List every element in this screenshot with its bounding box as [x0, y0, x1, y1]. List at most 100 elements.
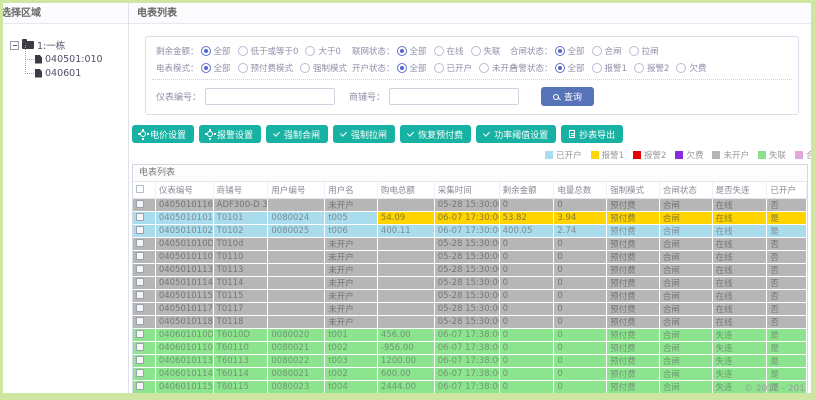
tree-root-label[interactable]: 1:一栋: [37, 38, 65, 52]
table-row[interactable]: 0406010115 T60115 0080023 t004 2444.00 06-07 …: [133, 380, 807, 393]
radio-option[interactable]: 报警1: [591, 62, 627, 74]
table-cell: [267, 315, 326, 329]
horizontal-scrollbar[interactable]: [135, 395, 805, 400]
row-checkbox[interactable]: [136, 317, 144, 325]
radio-icon[interactable]: [305, 45, 316, 56]
radio-option[interactable]: 低于或等于0: [237, 45, 299, 57]
radio-option[interactable]: 报警2: [633, 62, 669, 74]
row-checkbox[interactable]: [136, 252, 144, 260]
table-cell: [377, 263, 435, 277]
radio-option[interactable]: 已开户: [433, 62, 472, 74]
sidebar-title: 选择区域: [3, 3, 128, 24]
row-checkbox[interactable]: [136, 200, 144, 208]
action-button[interactable]: 强制拉闸: [333, 125, 396, 143]
radio-option[interactable]: 在线: [433, 45, 464, 57]
shop-no-input[interactable]: [389, 88, 520, 105]
gear-icon: [138, 129, 149, 140]
radio-option[interactable]: 全部: [554, 62, 585, 74]
radio-selected-icon[interactable]: [396, 45, 407, 56]
radio-icon[interactable]: [237, 62, 248, 73]
radio-icon[interactable]: [676, 62, 687, 73]
radio-icon[interactable]: [433, 62, 444, 73]
row-checkbox[interactable]: [136, 265, 144, 273]
collapse-icon[interactable]: [10, 40, 19, 50]
table-row[interactable]: 0405010115 T0115 未开户 05-28 15:30:00 0 0 预付费 合闸在…: [133, 289, 807, 303]
radio-option[interactable]: 强制模式: [300, 62, 347, 74]
radio-selected-icon[interactable]: [554, 45, 565, 56]
radio-icon[interactable]: [237, 45, 248, 56]
row-checkbox[interactable]: [136, 239, 144, 247]
radio-icon[interactable]: [628, 45, 639, 56]
table-row[interactable]: 040601010D T6010D 0080020 t001 456.00 06-07 1…: [133, 328, 807, 342]
table-row[interactable]: 0405010117 T0117 未开户 05-28 15:30:00 0 0 预付费 合闸在…: [133, 302, 807, 316]
row-checkbox[interactable]: [136, 356, 144, 364]
radio-option[interactable]: 全部: [554, 45, 585, 57]
action-button[interactable]: 强制合闸: [266, 125, 329, 143]
radio-option[interactable]: 全部: [200, 62, 231, 74]
radio-selected-icon[interactable]: [200, 45, 211, 56]
radio-icon[interactable]: [591, 62, 602, 73]
table-row[interactable]: 0405010113 T0113 未开户 05-28 15:30:00 0 0 预付费 合闸在…: [133, 263, 807, 277]
radio-icon[interactable]: [633, 62, 644, 73]
radio-selected-icon[interactable]: [554, 62, 565, 73]
table-cell: 0: [553, 237, 608, 251]
radio-option[interactable]: 全部: [396, 62, 427, 74]
table-row[interactable]: 0405010114 T0114 未开户 05-28 15:30:00 0 0 预付费 合闸在…: [133, 276, 807, 290]
table-row[interactable]: 0405010110 T0110 未开户 05-28 15:30:00 0 0 预付费 合闸在…: [133, 250, 807, 264]
radio-option[interactable]: 合闸: [591, 45, 622, 57]
row-checkbox[interactable]: [136, 304, 144, 312]
radio-option-label: 低于或等于0: [250, 46, 299, 57]
table-cell: 2.74: [553, 224, 608, 238]
row-checkbox[interactable]: [136, 343, 144, 351]
table-cell: 0: [553, 198, 608, 212]
table-row[interactable]: 0405010118 T0118 未开户 05-28 15:30:00 0 0 预付费 合闸在…: [133, 315, 807, 329]
row-checkbox[interactable]: [136, 330, 144, 338]
radio-option-label: 全部: [213, 46, 231, 57]
select-all-header: [133, 182, 156, 199]
radio-option[interactable]: 全部: [396, 45, 427, 57]
radio-icon[interactable]: [300, 62, 311, 73]
filter-row: 电表模式： 全部 预付费模式 强制模式 开户状态： 全部 已开户 未开户 告警状态： 全部 报警1 报…: [156, 59, 788, 76]
filter-group: 合闸状态： 全部 合闸 拉闸: [510, 45, 788, 57]
select-all-checkbox[interactable]: [136, 185, 144, 194]
radio-selected-icon[interactable]: [200, 62, 211, 73]
table-cell: 合闸: [659, 354, 713, 368]
filter-group: 告警状态： 全部 报警1 报警2 欠费: [510, 62, 788, 74]
table-row[interactable]: 0406010110 T60110 0080021 t002 -956.00 06-07 …: [133, 341, 807, 355]
tree-item-label[interactable]: 040601: [45, 68, 81, 79]
tree-item[interactable]: 040601: [22, 59, 128, 80]
row-checkbox[interactable]: [136, 291, 144, 299]
radio-option[interactable]: 预付费模式: [237, 62, 293, 74]
radio-option[interactable]: 拉闸: [628, 45, 659, 57]
radio-option[interactable]: 失联: [470, 45, 501, 57]
meter-no-input[interactable]: [205, 88, 336, 105]
radio-option[interactable]: 全部: [200, 45, 231, 57]
radio-selected-icon[interactable]: [396, 62, 407, 73]
radio-icon[interactable]: [433, 45, 444, 56]
row-checkbox[interactable]: [136, 213, 144, 221]
row-checkbox[interactable]: [136, 278, 144, 286]
radio-icon[interactable]: [470, 45, 481, 56]
radio-option[interactable]: 欠费: [676, 62, 706, 74]
action-button[interactable]: 电价设置: [132, 125, 195, 143]
tree-item[interactable]: 040501:010: [22, 45, 128, 66]
table-row[interactable]: 0406010113 T60113 0080022 t003 1200.00 06-07 …: [133, 354, 807, 368]
radio-option-label: 失联: [483, 46, 501, 57]
row-checkbox[interactable]: [136, 382, 144, 390]
row-checkbox[interactable]: [136, 369, 144, 377]
action-button[interactable]: 报警设置: [199, 125, 262, 143]
radio-icon[interactable]: [591, 45, 602, 56]
action-button[interactable]: 功率阈值设置: [476, 125, 557, 143]
radio-option[interactable]: 大于0: [305, 45, 341, 57]
table-row[interactable]: 0405010101 T0101 0080024 t005 54.09 06-07 17:…: [133, 211, 807, 225]
table-row[interactable]: 0405010102 T0102 0080025 t006 400.11 06-07 17…: [133, 224, 807, 238]
radio-icon[interactable]: [479, 62, 490, 73]
action-button[interactable]: 恢复预付费: [400, 125, 472, 143]
table-row[interactable]: 040501010D T010d 未开户 05-28 15:30:00 0 0 预付费 合闸在…: [133, 237, 807, 251]
action-button[interactable]: 抄表导出: [561, 125, 624, 143]
tree-item-label[interactable]: 040501:010: [45, 54, 103, 65]
row-checkbox[interactable]: [136, 226, 144, 234]
query-button[interactable]: 查询: [541, 87, 595, 106]
table-row[interactable]: 0405010116 ADF300-D 3 未开户 05-28 15:30:00 0 0 预…: [133, 198, 807, 212]
table-row[interactable]: 0406010114 T60114 0080021 t002 600.00 06-07 1…: [133, 367, 807, 381]
